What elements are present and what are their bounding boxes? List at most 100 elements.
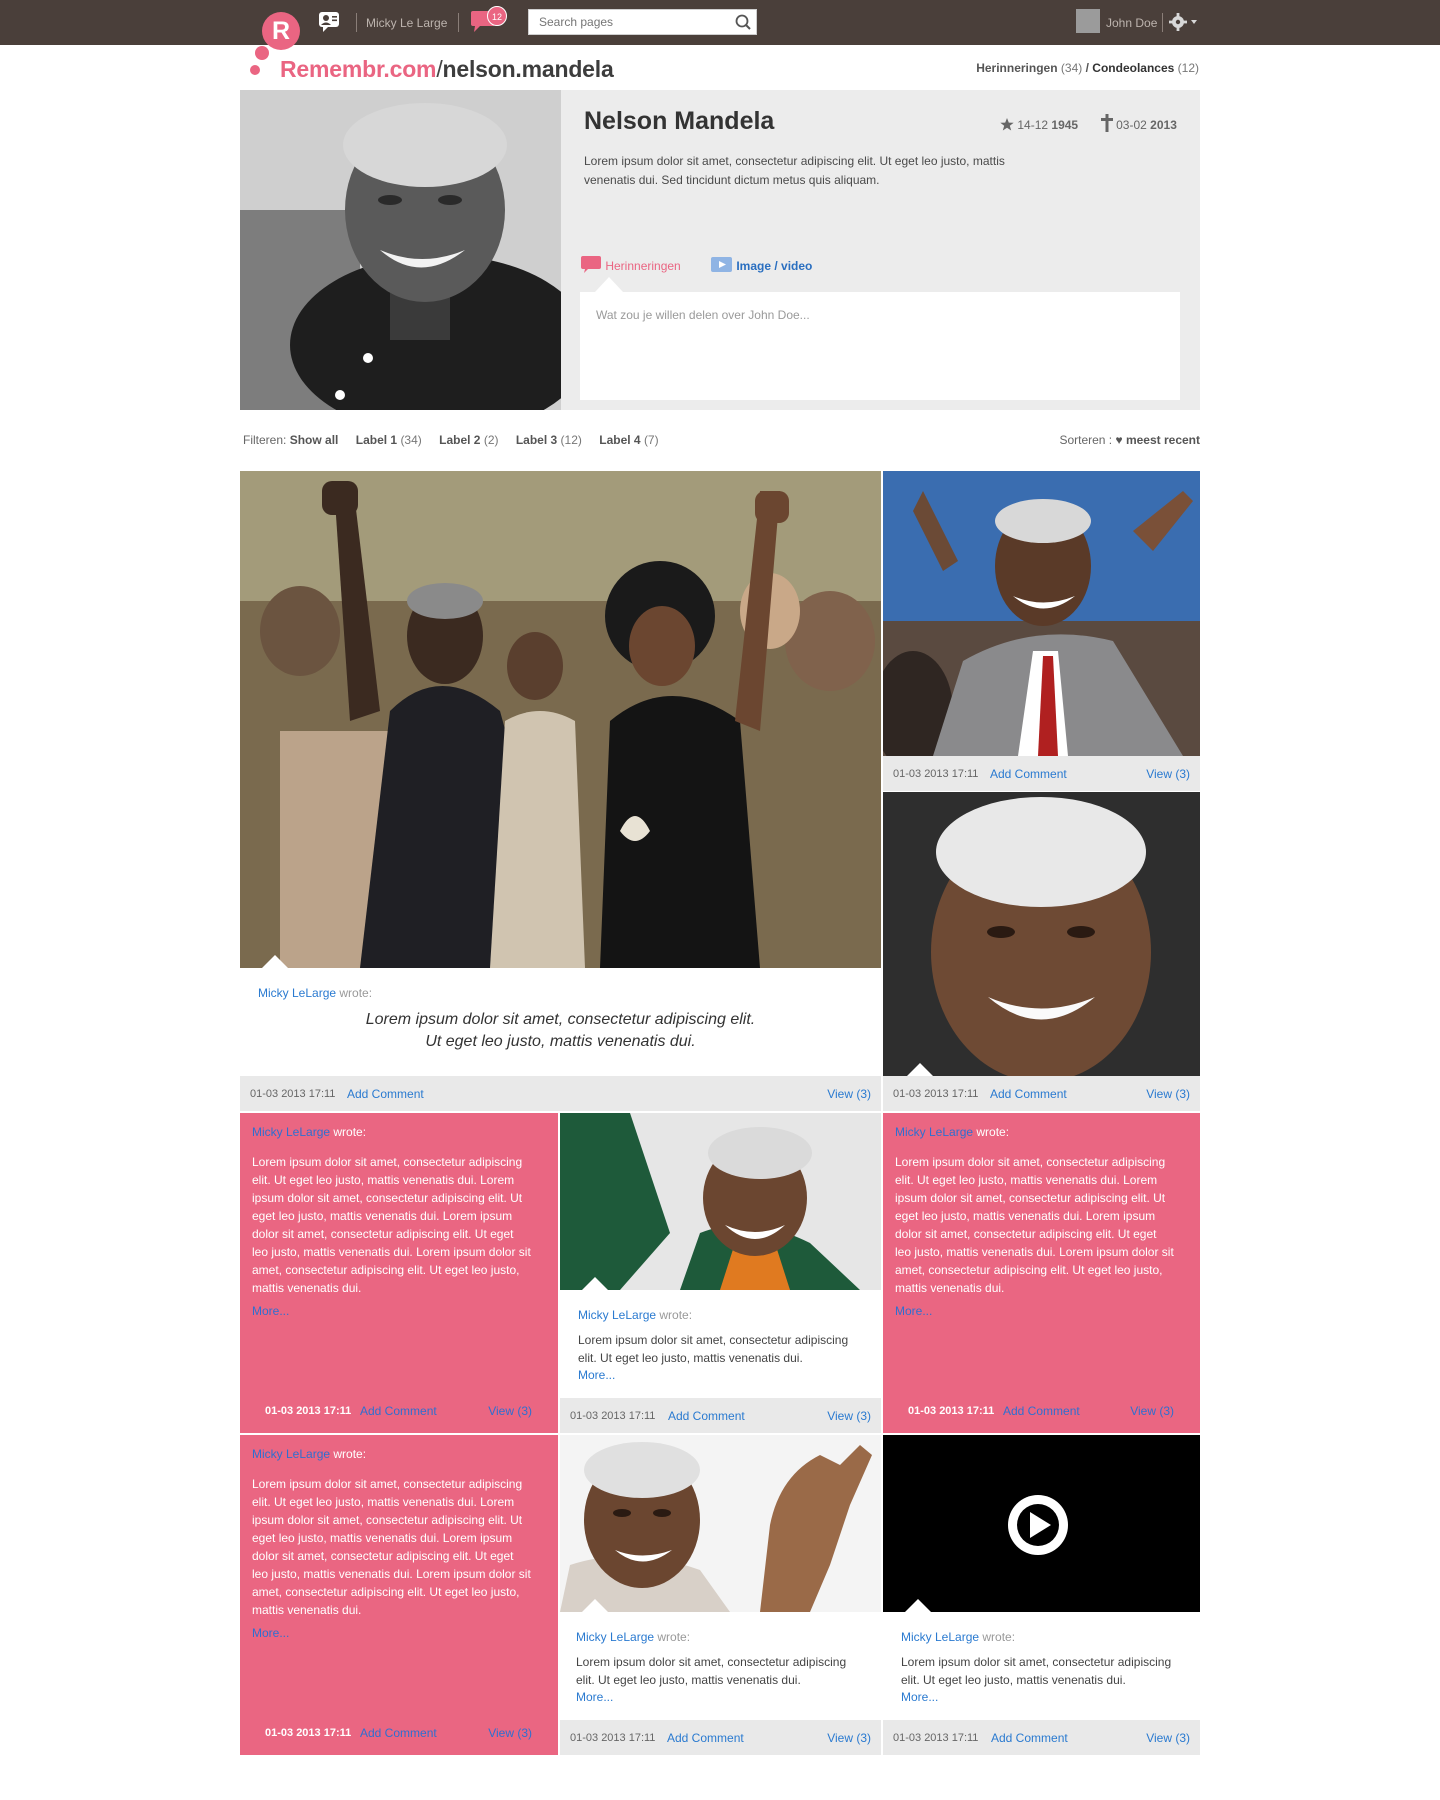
view-comments-link[interactable]: View (3): [827, 1409, 871, 1423]
person-name: Nelson Mandela: [584, 107, 775, 135]
add-comment-link[interactable]: Add Comment: [347, 1087, 424, 1101]
view-comments-link[interactable]: View (3): [827, 1731, 871, 1745]
filter-label-3[interactable]: Label 3 (12): [516, 433, 582, 447]
post-pointer: [582, 1599, 608, 1612]
wrote-label: wrote:: [976, 1125, 1010, 1139]
author-name[interactable]: Micky LeLarge: [576, 1630, 654, 1644]
filter-label-4[interactable]: Label 4 (7): [599, 433, 658, 447]
search-icon[interactable]: [734, 13, 752, 31]
view-comments-link[interactable]: View (3): [827, 1087, 871, 1101]
memories-count: (34): [1060, 61, 1083, 75]
account-name[interactable]: John Doe: [1106, 16, 1157, 30]
speech-bubble-icon: [580, 256, 605, 273]
tab-image-video[interactable]: Image / video: [711, 256, 812, 274]
add-comment-link[interactable]: Add Comment: [360, 1404, 437, 1418]
post-timestamp: 01-03 2013 17:11: [570, 1410, 656, 1422]
view-comments-link[interactable]: View (3): [1146, 767, 1190, 781]
post-footer: 01-03 2013 17:11 Add Comment View (3): [560, 1398, 881, 1433]
filter-show-all[interactable]: Show all: [290, 433, 339, 447]
add-comment-link[interactable]: Add Comment: [991, 1731, 1068, 1745]
biography: Lorem ipsum dolor sit amet, consectetur …: [584, 154, 1005, 187]
view-comments-link[interactable]: View (3): [488, 1404, 532, 1418]
username-link[interactable]: Micky Le Large: [366, 16, 447, 30]
post-author[interactable]: Micky LeLarge wrote:: [578, 1308, 692, 1322]
view-comments-link[interactable]: View (3): [1146, 1087, 1190, 1101]
settings-gear-icon[interactable]: [1168, 12, 1200, 32]
post-photo[interactable]: [560, 1435, 881, 1612]
post-timestamp: 01-03 2013 17:11: [265, 1405, 352, 1417]
filter-label: Filteren:: [243, 433, 287, 447]
condolences-link[interactable]: Condeolances: [1092, 61, 1174, 75]
profile-photo: [240, 90, 561, 410]
sort-control[interactable]: Sorteren : ♥ meest recent: [1059, 433, 1200, 447]
view-comments-link[interactable]: View (3): [488, 1726, 532, 1740]
post-photo[interactable]: [560, 1113, 881, 1290]
filter-label-name: Label 2: [439, 433, 481, 447]
site-logo[interactable]: R: [262, 12, 300, 50]
post-quote-line: Ut eget leo justo, mattis venenatis dui.: [425, 1033, 696, 1050]
post-author[interactable]: Micky LeLarge wrote:: [895, 1125, 1009, 1139]
post-author[interactable]: Micky LeLarge wrote:: [252, 1447, 366, 1461]
add-comment-link[interactable]: Add Comment: [668, 1409, 745, 1423]
view-comments-link[interactable]: View (3): [1130, 1404, 1174, 1418]
author-name[interactable]: Micky LeLarge: [252, 1125, 330, 1139]
death-day: 03-02: [1116, 118, 1147, 132]
post-text: Lorem ipsum dolor sit amet, consectetur …: [895, 1155, 1174, 1295]
post-text: Lorem ipsum dolor sit amet, consectetur …: [901, 1655, 1172, 1687]
post-author[interactable]: Micky LeLarge wrote:: [252, 1125, 366, 1139]
author-name[interactable]: Micky LeLarge: [578, 1308, 656, 1322]
post-photo[interactable]: [883, 792, 1200, 1082]
post-timestamp: 01-03 2013 17:11: [250, 1088, 336, 1100]
video-player[interactable]: [883, 1435, 1200, 1612]
author-name[interactable]: Micky LeLarge: [252, 1447, 330, 1461]
more-link[interactable]: More...: [252, 1304, 289, 1318]
more-link[interactable]: More...: [895, 1304, 932, 1318]
profile-chat-icon[interactable]: [317, 10, 345, 34]
add-comment-link[interactable]: Add Comment: [1003, 1404, 1080, 1418]
author-name[interactable]: Micky LeLarge: [895, 1125, 973, 1139]
add-comment-link[interactable]: Add Comment: [667, 1731, 744, 1745]
wrote-label: wrote:: [657, 1630, 691, 1644]
sort-label: Sorteren :: [1059, 433, 1113, 447]
more-link[interactable]: More...: [578, 1368, 615, 1382]
add-comment-link[interactable]: Add Comment: [990, 767, 1067, 781]
tab-memories[interactable]: Herinneringen: [580, 256, 681, 274]
post-footer: 01-03 2013 17:11 Add Comment View (3): [883, 756, 1200, 791]
notification-badge: 12: [487, 6, 507, 26]
filter-label-name: Label 4: [599, 433, 641, 447]
section-nav: Herinneringen (34) / Condeolances (12): [976, 61, 1199, 75]
add-comment-link[interactable]: Add Comment: [990, 1087, 1067, 1101]
author-name[interactable]: Micky LeLarge: [258, 986, 336, 1000]
more-link[interactable]: More...: [252, 1626, 289, 1640]
heart-icon: ♥: [1115, 433, 1123, 447]
more-link[interactable]: More...: [576, 1690, 613, 1704]
memories-link[interactable]: Herinneringen: [976, 61, 1057, 75]
separator: [356, 13, 357, 32]
view-comments-link[interactable]: View (3): [1146, 1731, 1190, 1745]
post-author[interactable]: Micky LeLarge wrote:: [576, 1630, 690, 1644]
author-name[interactable]: Micky LeLarge: [901, 1630, 979, 1644]
filter-label-1[interactable]: Label 1 (34): [356, 433, 422, 447]
post-author[interactable]: Micky LeLarge wrote:: [258, 986, 372, 1000]
wrote-label: wrote:: [333, 1125, 367, 1139]
text-memory-card: Micky LeLarge wrote: Lorem ipsum dolor s…: [883, 1113, 1200, 1433]
more-link[interactable]: More...: [901, 1690, 938, 1704]
video-memory-card: Micky LeLarge wrote: Lorem ipsum dolor s…: [883, 1435, 1200, 1755]
post-photo[interactable]: [240, 471, 881, 968]
filter-label-2[interactable]: Label 2 (2): [439, 433, 498, 447]
memory-card: 01-03 2013 17:11 Add Comment View (3): [883, 471, 1200, 791]
site-name[interactable]: Remembr.com: [280, 56, 437, 82]
text-memory-card: Micky LeLarge wrote: Lorem ipsum dolor s…: [240, 1113, 558, 1433]
death-year: 2013: [1150, 118, 1177, 132]
post-photo[interactable]: [883, 471, 1200, 771]
post-footer: 01-03 2013 17:11 Add Comment View (3): [560, 1720, 881, 1755]
post-pointer: [262, 955, 288, 968]
post-timestamp: 01-03 2013 17:11: [570, 1732, 656, 1744]
search-input[interactable]: [528, 9, 757, 35]
memory-composer-input[interactable]: Wat zou je willen delen over John Doe...: [580, 292, 1180, 400]
avatar[interactable]: [1076, 9, 1100, 33]
add-comment-link[interactable]: Add Comment: [360, 1726, 437, 1740]
wrote-label: wrote:: [659, 1308, 693, 1322]
post-author[interactable]: Micky LeLarge wrote:: [901, 1630, 1015, 1644]
play-icon: [1008, 1495, 1068, 1555]
